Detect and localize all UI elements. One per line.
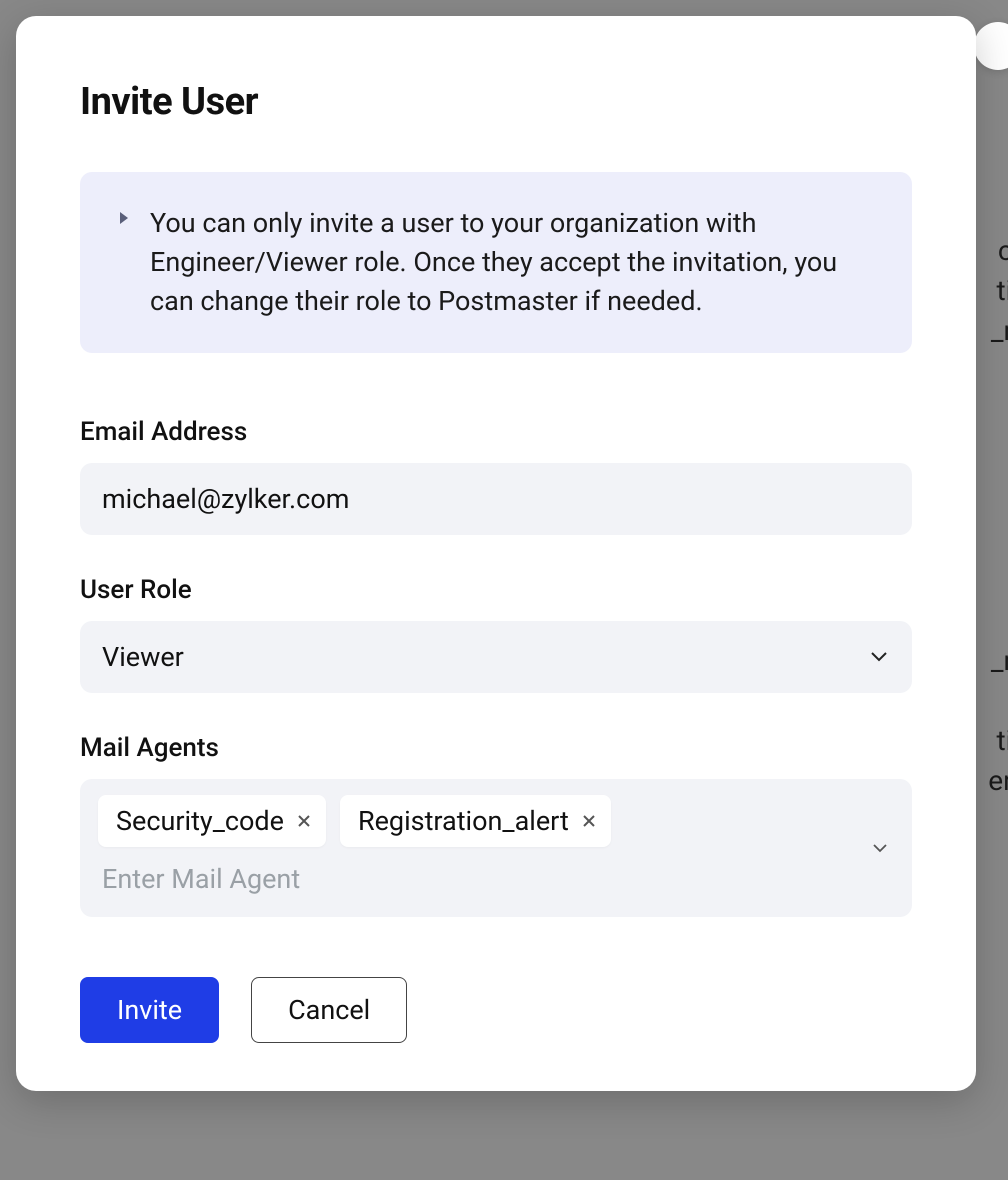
arrow-right-icon bbox=[116, 210, 132, 321]
agent-tag: Security_code bbox=[98, 795, 326, 847]
bg-text: tifi bbox=[997, 720, 1008, 762]
role-selected-value: Viewer bbox=[102, 641, 184, 673]
invite-user-dialog: Invite User You can only invite a user t… bbox=[16, 16, 976, 1091]
bg-text: _m bbox=[991, 640, 1008, 682]
role-group: User Role Viewer bbox=[80, 575, 912, 693]
invite-button[interactable]: Invite bbox=[80, 977, 219, 1043]
remove-tag-icon[interactable] bbox=[581, 813, 597, 829]
dialog-actions: Invite Cancel bbox=[80, 977, 912, 1043]
email-group: Email Address bbox=[80, 417, 912, 535]
role-select[interactable]: Viewer bbox=[80, 621, 912, 693]
info-banner-text: You can only invite a user to your organ… bbox=[150, 204, 876, 321]
bg-text: ert, bbox=[988, 760, 1008, 802]
agent-tag: Registration_alert bbox=[340, 795, 611, 847]
close-dialog-button[interactable] bbox=[974, 22, 1008, 70]
agents-group: Mail Agents Security_code Registration_a… bbox=[80, 733, 912, 917]
bg-text: cu bbox=[998, 230, 1008, 272]
email-label: Email Address bbox=[80, 417, 912, 447]
agent-tag-label: Security_code bbox=[116, 805, 284, 837]
agents-text-field[interactable] bbox=[98, 851, 862, 901]
chevron-down-icon[interactable] bbox=[872, 843, 888, 853]
email-field[interactable] bbox=[80, 463, 912, 535]
info-banner: You can only invite a user to your organ… bbox=[80, 172, 912, 353]
remove-tag-icon[interactable] bbox=[296, 813, 312, 829]
bg-text: _m bbox=[991, 310, 1008, 352]
dialog-title: Invite User bbox=[80, 80, 912, 124]
agent-tag-label: Registration_alert bbox=[358, 805, 569, 837]
role-label: User Role bbox=[80, 575, 912, 605]
agents-label: Mail Agents bbox=[80, 733, 912, 763]
agents-tags-input[interactable]: Security_code Registration_alert bbox=[80, 779, 912, 917]
bg-text: tifi bbox=[997, 270, 1008, 312]
cancel-button[interactable]: Cancel bbox=[251, 977, 407, 1043]
